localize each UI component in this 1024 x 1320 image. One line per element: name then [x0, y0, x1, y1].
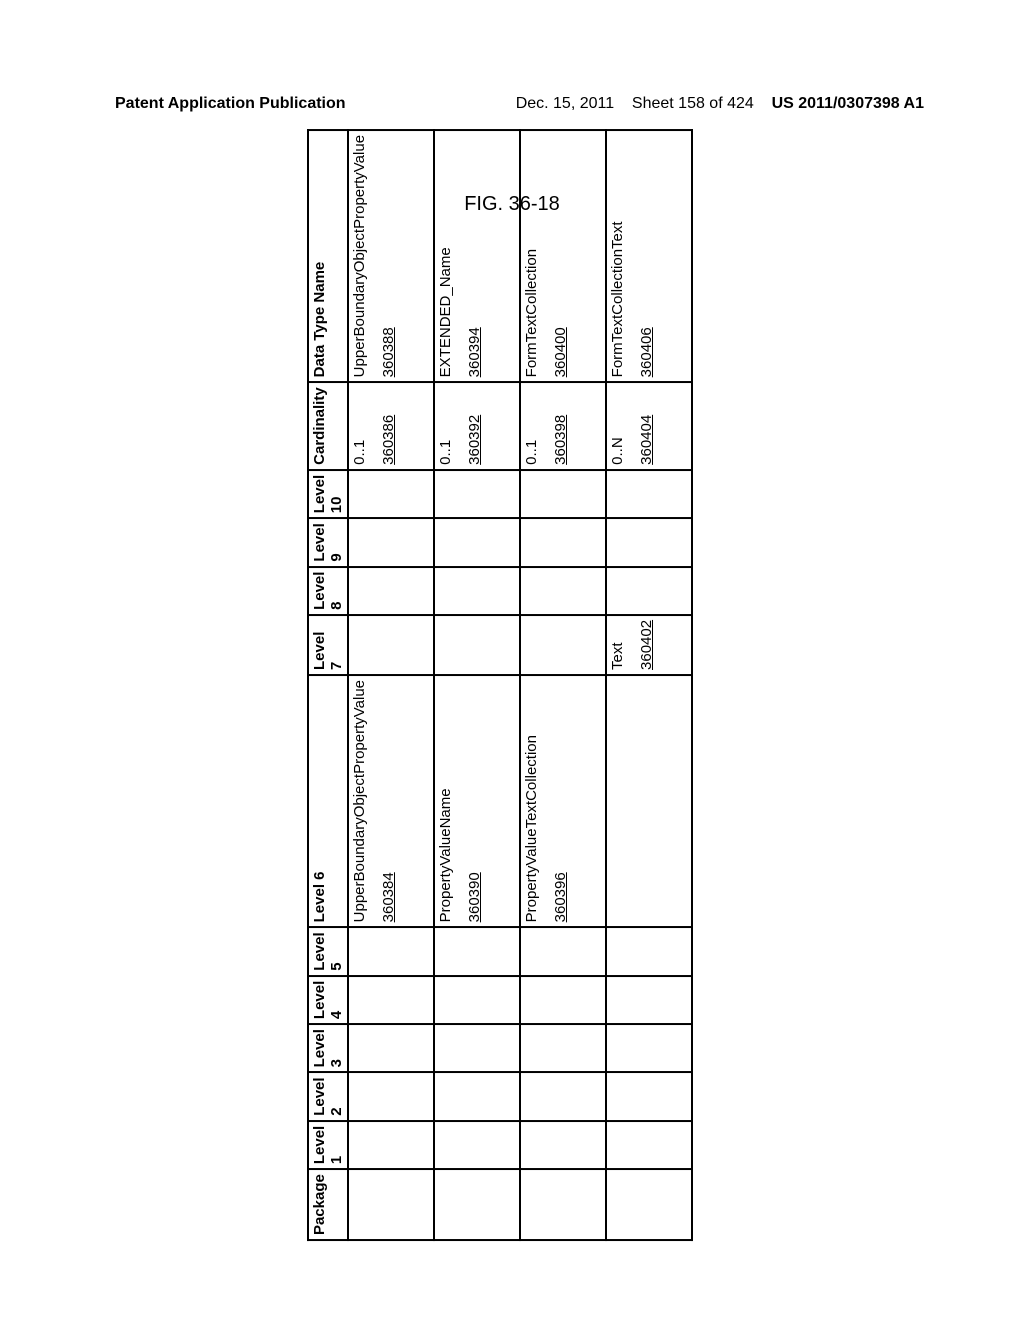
cell-ref: 360402 — [638, 620, 655, 670]
cell-ref: 360386 — [380, 387, 397, 465]
table-row: UpperBoundaryObjectPropertyValue 360384 … — [348, 130, 434, 1240]
cell-ref: 360390 — [466, 680, 483, 922]
page-header: Patent Application Publication Dec. 15, … — [0, 95, 1024, 113]
col-l6: Level 6 — [308, 675, 348, 927]
cell-text: EXTENDED_Name — [437, 247, 454, 377]
col-cardin: Cardinality — [308, 382, 348, 470]
cell-text: FormTextCollectionText — [609, 221, 626, 377]
col-l3: Level 3 — [308, 1024, 348, 1072]
cell-ref: 360404 — [638, 387, 655, 465]
cell-text: PropertyValueTextCollection — [523, 735, 540, 922]
col-l5: Level 5 — [308, 927, 348, 975]
cell-text: UpperBoundaryObjectPropertyValue — [351, 135, 368, 377]
col-package: Package — [308, 1169, 348, 1240]
col-l8: Level 8 — [308, 567, 348, 615]
cell-ref: 360398 — [552, 387, 569, 465]
cell-ref: 360388 — [380, 135, 397, 377]
table-container: Package Level 1 Level 2 Level 3 Level 4 … — [307, 129, 693, 1241]
col-l9: Level 9 — [308, 518, 348, 566]
col-l4: Level 4 — [308, 976, 348, 1024]
cell-data: FormTextCollectionText 360406 — [606, 130, 692, 382]
cell-text: 0..1 — [351, 440, 368, 465]
cell-text: Text — [609, 642, 626, 670]
col-l1: Level 1 — [308, 1121, 348, 1169]
header-left: Patent Application Publication — [115, 95, 346, 113]
table-row: Text 360402 0..N 360404 FormTextCollecti… — [606, 130, 692, 1240]
header-right: Dec. 15, 2011 Sheet 158 of 424 US 2011/0… — [516, 95, 924, 113]
cell-text: 0..1 — [437, 440, 454, 465]
col-data: Data Type Name — [308, 130, 348, 382]
cell-ref: 360394 — [466, 135, 483, 377]
cell-cardin: 0..N 360404 — [606, 382, 692, 470]
cell-ref: 360392 — [466, 387, 483, 465]
cell-text: 0..N — [609, 437, 626, 465]
table-row: PropertyValueTextCollection 360396 0..1 … — [520, 130, 606, 1240]
cell-l6: PropertyValueName 360390 — [434, 675, 520, 927]
header-pubno: US 2011/0307398 A1 — [772, 95, 924, 112]
header-date: Dec. 15, 2011 — [516, 95, 614, 112]
cell-cardin: 0..1 360392 — [434, 382, 520, 470]
cell-l6: UpperBoundaryObjectPropertyValue 360384 — [348, 675, 434, 927]
cell-cardin: 0..1 360386 — [348, 382, 434, 470]
cell-ref: 360384 — [380, 680, 397, 922]
cell-cardin: 0..1 360398 — [520, 382, 606, 470]
col-l7: Level 7 — [308, 615, 348, 675]
cell-text: PropertyValueName — [437, 788, 454, 922]
col-l10: Level 10 — [308, 470, 348, 518]
table-header-row: Package Level 1 Level 2 Level 3 Level 4 … — [308, 130, 348, 1240]
cell-l6: PropertyValueTextCollection 360396 — [520, 675, 606, 927]
col-l2: Level 2 — [308, 1072, 348, 1120]
cell-ref: 360406 — [638, 135, 655, 377]
cell-ref: 360396 — [552, 680, 569, 922]
cell-data: FormTextCollection 360400 — [520, 130, 606, 382]
cell-data: EXTENDED_Name 360394 — [434, 130, 520, 382]
data-table: Package Level 1 Level 2 Level 3 Level 4 … — [307, 129, 693, 1241]
cell-text: 0..1 — [523, 440, 540, 465]
cell-l7: Text 360402 — [606, 615, 692, 675]
cell-text: FormTextCollection — [523, 249, 540, 377]
cell-data: UpperBoundaryObjectPropertyValue 360388 — [348, 130, 434, 382]
package-cell — [348, 1169, 434, 1240]
table-row: PropertyValueName 360390 0..1 360392 — [434, 130, 520, 1240]
cell-text: UpperBoundaryObjectPropertyValue — [351, 680, 368, 922]
header-sheet: Sheet 158 of 424 — [632, 95, 754, 112]
cell-ref: 360400 — [552, 135, 569, 377]
